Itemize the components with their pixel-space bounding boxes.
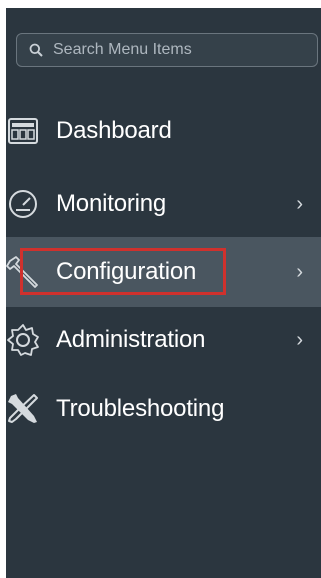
menu-item-label: Administration (56, 326, 206, 353)
search-input[interactable] (51, 40, 309, 60)
menu-item-troubleshooting[interactable]: Troubleshooting (6, 381, 321, 437)
menu-item-monitoring[interactable]: Monitoring › (6, 176, 321, 232)
tools-icon (6, 392, 40, 426)
menu-item-label: Troubleshooting (56, 395, 225, 422)
search-box[interactable] (16, 33, 318, 67)
menu-item-administration[interactable]: Administration › (6, 312, 321, 368)
dashboard-icon (6, 114, 40, 148)
menu-item-label: Monitoring (56, 190, 167, 217)
menu-item-dashboard[interactable]: Dashboard (6, 103, 321, 159)
monitoring-gauge-icon (6, 187, 40, 221)
chevron-right-icon: › (296, 192, 303, 215)
menu-item-label: Dashboard (56, 117, 172, 144)
chevron-right-icon: › (296, 328, 303, 351)
chevron-right-icon: › (296, 260, 303, 283)
wrench-icon (6, 255, 40, 289)
menu-item-label: Configuration (56, 258, 197, 285)
search-icon (29, 43, 43, 57)
gear-icon (6, 323, 40, 357)
sidebar-nav: Dashboard Monitoring › Configuration › (6, 8, 321, 578)
menu-item-configuration[interactable]: Configuration › (6, 237, 321, 307)
